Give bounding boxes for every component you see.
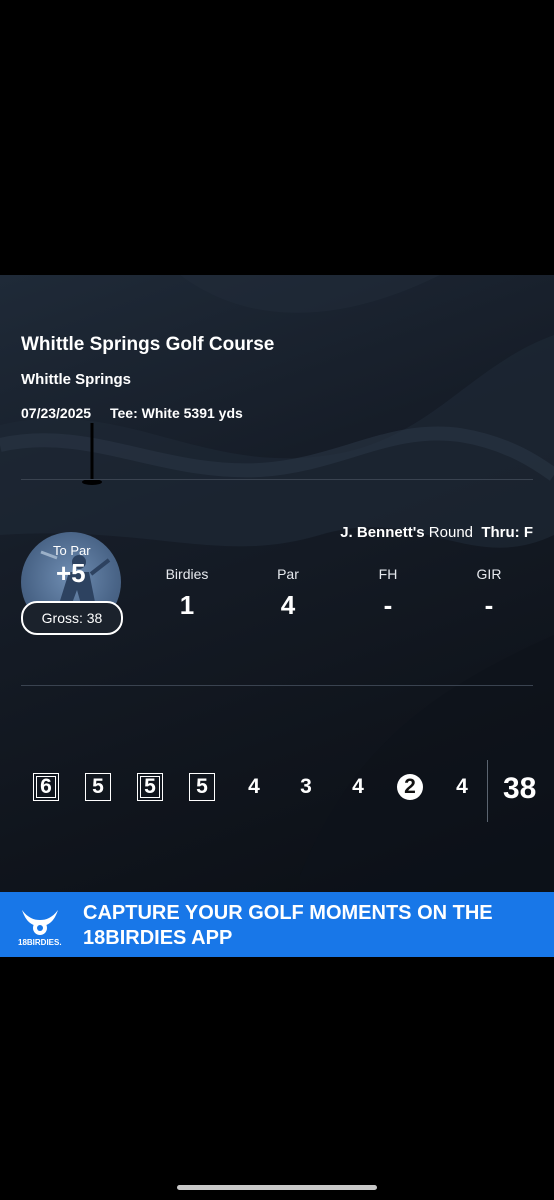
total-score: 38 [503,772,537,805]
stat-value: - [383,590,393,620]
course-name: Whittle Springs Golf Course [21,334,275,355]
stat-label: FH [378,566,398,582]
thru-status: Thru: F [481,524,533,541]
to-par-label: To Par [53,543,91,558]
stat-value: - [484,590,494,620]
player-name: J. Bennett's [340,524,425,541]
stat-gir: GIR - [449,566,529,621]
stat-value: 4 [280,590,296,620]
total-divider [487,760,488,822]
hole-score-8: 2 [397,774,423,800]
stat-fh: FH - [348,566,428,621]
divider-top [21,479,533,480]
hole-score-6: 3 [300,775,312,798]
tee-info: Tee: White 5391 yds [110,405,243,421]
logo-text: 18BIRDIES. [18,938,62,947]
round-date: 07/23/2025 [21,405,92,421]
18birdies-logo: 18BIRDIES. [18,904,62,948]
banner-text-line2: 18BIRDIES APP [83,927,233,949]
hole-score-7: 4 [352,775,364,798]
stat-birdies: Birdies 1 [147,566,227,621]
stat-par: Par 4 [248,566,328,621]
hole-score-1: 6 [33,773,59,801]
stat-label: Birdies [165,566,209,582]
divider-bottom [21,685,533,686]
home-indicator[interactable] [177,1185,377,1190]
hole-score-9: 4 [456,775,468,798]
bird-icon [22,910,58,935]
to-par-value: +5 [56,558,86,588]
promo-banner[interactable]: 18BIRDIES. CAPTURE YOUR GOLF MOMENTS ON … [0,892,554,957]
hole-score-4: 5 [189,773,215,801]
stat-label: Par [277,566,299,582]
stat-value: 1 [179,590,195,620]
stat-label: GIR [476,566,502,582]
round-info: J. Bennett's Round Thru: F [340,524,533,541]
hole-score-3: 5 [137,773,163,801]
banner-text-line1: CAPTURE YOUR GOLF MOMENTS ON THE [83,902,493,924]
hole-score-2: 5 [85,773,111,801]
banner-text: CAPTURE YOUR GOLF MOMENTS ON THE 18BIRDI… [83,901,533,951]
round-word: Round [428,524,473,541]
hole-scores: 6 5 5 5 4 3 4 2 4 [0,773,554,809]
gross-badge: Gross: 38 [21,601,123,635]
course-location: Whittle Springs [21,371,131,388]
scorecard-card: Whittle Springs Golf Course Whittle Spri… [0,275,554,892]
hole-score-5: 4 [248,775,260,798]
